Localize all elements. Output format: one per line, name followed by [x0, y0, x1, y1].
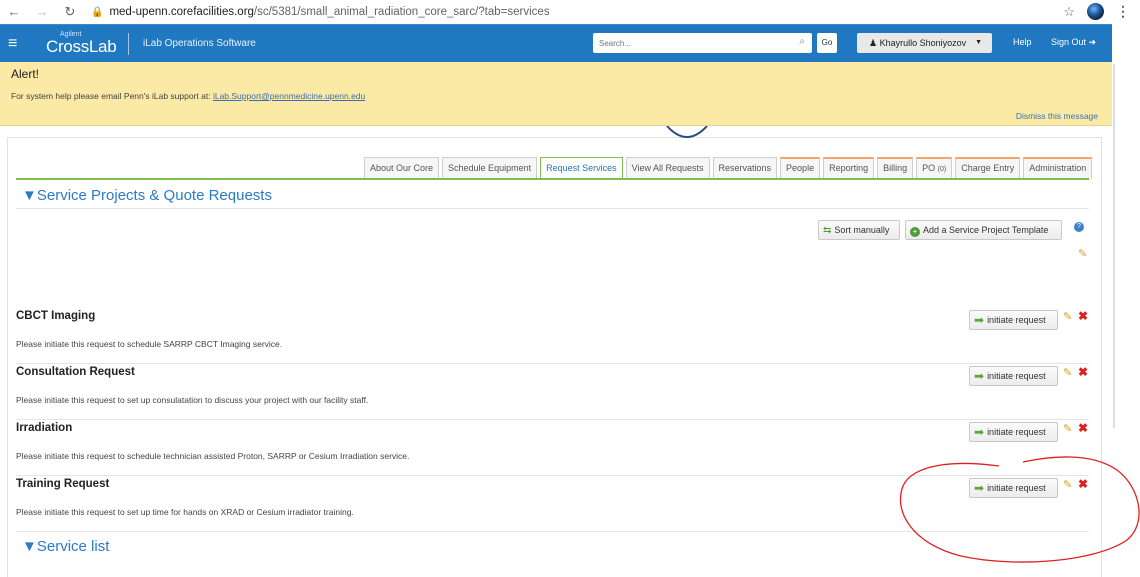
- tab-people[interactable]: People: [780, 157, 821, 179]
- alert-banner: Alert! For system help please email Penn…: [0, 62, 1112, 126]
- alert-message: For system help please email Penn's iLab…: [11, 91, 365, 101]
- arrow-right-icon: ➡: [974, 313, 985, 327]
- tab-underline: [16, 178, 1089, 180]
- section-title-projects[interactable]: ▼Service Projects & Quote Requests: [22, 187, 272, 204]
- tab-po-count: (0): [937, 166, 947, 173]
- tab-reporting[interactable]: Reporting: [823, 157, 875, 179]
- scrollbar-thumb[interactable]: [1113, 64, 1115, 428]
- initiate-label: initiate request: [987, 371, 1046, 381]
- search-input[interactable]: [599, 38, 789, 48]
- initiate-request-button-irradiation[interactable]: ➡ initiate request: [969, 422, 1058, 442]
- url-host: med-upenn.corefacilities.org: [109, 6, 254, 18]
- dismiss-message-link[interactable]: Dismiss this message: [1016, 111, 1098, 121]
- reload-icon[interactable]: ↻: [63, 4, 77, 20]
- tab-reservations[interactable]: Reservations: [712, 157, 778, 179]
- edit-pencil-icon[interactable]: ✎: [1078, 247, 1087, 260]
- browser-menu-icon[interactable]: ⋮: [1116, 3, 1130, 20]
- logo-crosslab-text: CrossLab: [46, 36, 117, 56]
- initiate-label: initiate request: [987, 315, 1046, 325]
- lock-icon[interactable]: 🔒: [91, 7, 103, 18]
- tab-billing[interactable]: Billing: [877, 157, 914, 179]
- delete-x-icon[interactable]: ✖: [1078, 421, 1088, 435]
- initiate-request-button-consultation[interactable]: ➡ initiate request: [969, 366, 1058, 386]
- service-title-consultation: Consultation Request: [16, 366, 135, 378]
- service-divider: [16, 419, 1089, 420]
- service-title-cbct: CBCT Imaging: [16, 310, 96, 322]
- sort-icon: ⇆: [823, 225, 832, 236]
- tab-po[interactable]: PO (0): [916, 157, 953, 179]
- tab-request-services[interactable]: Request Services: [540, 157, 623, 179]
- service-title-irradiation: Irradiation: [16, 422, 73, 434]
- add-template-label: Add a Service Project Template: [923, 225, 1049, 235]
- sign-out-link[interactable]: Sign Out ➜: [1051, 37, 1096, 48]
- search-icon[interactable]: ⌕: [799, 36, 805, 47]
- support-email-link[interactable]: iLab.Support@pennmedicine.upenn.edu: [213, 91, 365, 101]
- delete-x-icon[interactable]: ✖: [1078, 365, 1088, 379]
- user-menu-button[interactable]: ♟ Khayrullo Shoniyozov ▼: [857, 33, 992, 53]
- browser-toolbar: ← → ↻ 🔒 med-upenn.corefacilities.org/sc/…: [0, 0, 1140, 24]
- alert-title: Alert!: [11, 67, 40, 81]
- browser-nav: ← → ↻: [7, 4, 77, 20]
- bookmark-star-icon[interactable]: ☆: [1063, 4, 1075, 20]
- sort-manually-label: Sort manually: [834, 225, 890, 235]
- core-tabs: About Our Core Schedule Equipment Reques…: [364, 157, 1093, 179]
- app-header: ≡ Agilent CrossLab iLab Operations Softw…: [0, 24, 1112, 62]
- service-desc-consultation: Please initiate this request to set up c…: [16, 395, 369, 405]
- arrow-right-icon: ➡: [974, 369, 985, 383]
- initiate-request-button-cbct[interactable]: ➡ initiate request: [969, 310, 1058, 330]
- url-path: /sc/5381/small_animal_radiation_core_sar…: [253, 6, 550, 18]
- hamburger-menu-icon[interactable]: ≡: [8, 35, 24, 53]
- service-desc-irradiation: Please initiate this request to schedule…: [16, 451, 410, 461]
- sort-manually-button[interactable]: ⇆ Sort manually: [818, 220, 900, 240]
- tab-about-our-core[interactable]: About Our Core: [364, 157, 440, 179]
- go-button[interactable]: Go: [817, 33, 837, 53]
- forward-icon[interactable]: →: [35, 4, 49, 20]
- sign-out-icon: ➜: [1088, 37, 1097, 47]
- section-title-service-list[interactable]: ▼Service list: [22, 538, 109, 555]
- arrow-right-icon: ➡: [974, 425, 985, 439]
- add-template-button[interactable]: + Add a Service Project Template: [905, 220, 1062, 240]
- search-box: ⌕: [593, 33, 812, 53]
- tab-charge-entry[interactable]: Charge Entry: [955, 157, 1021, 179]
- service-desc-training: Please initiate this request to set up t…: [16, 507, 354, 517]
- initiate-label: initiate request: [987, 427, 1046, 437]
- logo-divider: [128, 32, 129, 55]
- app-name: iLab Operations Software: [143, 38, 256, 49]
- shield-icon: [666, 126, 708, 138]
- alert-message-text: For system help please email Penn's iLab…: [11, 91, 213, 101]
- service-desc-cbct: Please initiate this request to schedule…: [16, 339, 283, 349]
- edit-pencil-icon[interactable]: ✎: [1063, 310, 1072, 323]
- edit-pencil-icon[interactable]: ✎: [1063, 422, 1072, 435]
- service-title-training: Training Request: [16, 478, 110, 490]
- chevron-down-icon: ▼: [975, 39, 982, 46]
- back-icon[interactable]: ←: [7, 4, 21, 20]
- sign-out-label: Sign Out: [1051, 37, 1087, 47]
- tab-schedule-equipment[interactable]: Schedule Equipment: [442, 157, 538, 179]
- service-divider: [16, 363, 1089, 364]
- tab-view-all-requests[interactable]: View All Requests: [625, 157, 710, 179]
- delete-x-icon[interactable]: ✖: [1078, 309, 1088, 323]
- tab-po-label: PO: [922, 163, 936, 173]
- annotation-circle: [899, 456, 1140, 563]
- section-divider: [16, 208, 1089, 209]
- tab-administration[interactable]: Administration: [1023, 157, 1093, 179]
- edit-pencil-icon[interactable]: ✎: [1063, 366, 1072, 379]
- add-icon: +: [910, 227, 920, 237]
- user-name: Khayrullo Shoniyozov: [879, 38, 967, 48]
- help-link[interactable]: Help: [1013, 37, 1032, 47]
- help-icon[interactable]: ?: [1074, 222, 1084, 232]
- profile-avatar[interactable]: [1087, 3, 1104, 20]
- address-bar[interactable]: med-upenn.corefacilities.org/sc/5381/sma…: [109, 6, 549, 18]
- user-icon: ♟: [869, 38, 878, 48]
- crosslab-logo[interactable]: Agilent CrossLab: [46, 31, 118, 57]
